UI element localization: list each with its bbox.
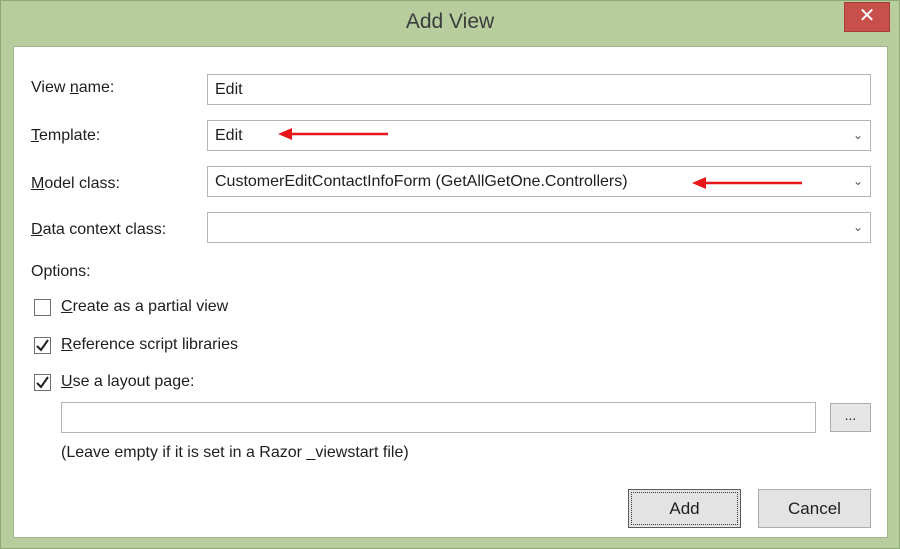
reference-scripts-label[interactable]: Reference script libraries [61, 336, 238, 354]
template-label: Template: [31, 127, 101, 144]
model-class-label: Model class: [31, 175, 120, 192]
data-context-class-dropdown[interactable]: ⌄ [207, 212, 871, 243]
use-layout-label[interactable]: Use a layout page: [61, 373, 194, 391]
data-context-class-label: Data context class: [31, 221, 167, 238]
view-name-value: Edit [215, 81, 243, 98]
add-view-dialog: Add View ✕ View name: Edit Template: Edi… [0, 0, 900, 549]
title-bar: Add View ✕ [1, 1, 899, 45]
template-value: Edit [215, 127, 243, 144]
cancel-button[interactable]: Cancel [758, 489, 871, 528]
red-arrow-annotation [692, 177, 802, 189]
chevron-down-icon: ⌄ [852, 220, 863, 234]
reference-scripts-checkbox[interactable] [34, 337, 51, 354]
close-icon: ✕ [858, 5, 876, 27]
checkmark-icon [36, 376, 49, 389]
add-button[interactable]: Add [628, 489, 741, 528]
chevron-down-icon: ⌄ [852, 128, 863, 142]
focus-rectangle [631, 492, 738, 525]
view-name-input[interactable]: Edit [207, 74, 871, 105]
dialog-body: View name: Edit Template: Edit ⌄ Model c… [13, 46, 888, 538]
close-button[interactable]: ✕ [844, 2, 890, 32]
options-heading: Options: [31, 263, 91, 280]
partial-view-checkbox[interactable] [34, 299, 51, 316]
cancel-button-label: Cancel [788, 499, 841, 518]
layout-hint-text: (Leave empty if it is set in a Razor _vi… [61, 444, 409, 461]
dialog-title: Add View [405, 10, 495, 33]
red-arrow-annotation [278, 128, 388, 140]
view-name-label: View name: [31, 79, 115, 96]
partial-view-label[interactable]: Create as a partial view [61, 298, 228, 316]
use-layout-checkbox[interactable] [34, 374, 51, 391]
browse-button[interactable]: ... [830, 403, 871, 432]
layout-path-input[interactable] [61, 402, 816, 433]
model-class-value: CustomerEditContactInfoForm (GetAllGetOn… [215, 173, 628, 190]
checkmark-icon [36, 339, 49, 352]
chevron-down-icon: ⌄ [852, 174, 863, 188]
